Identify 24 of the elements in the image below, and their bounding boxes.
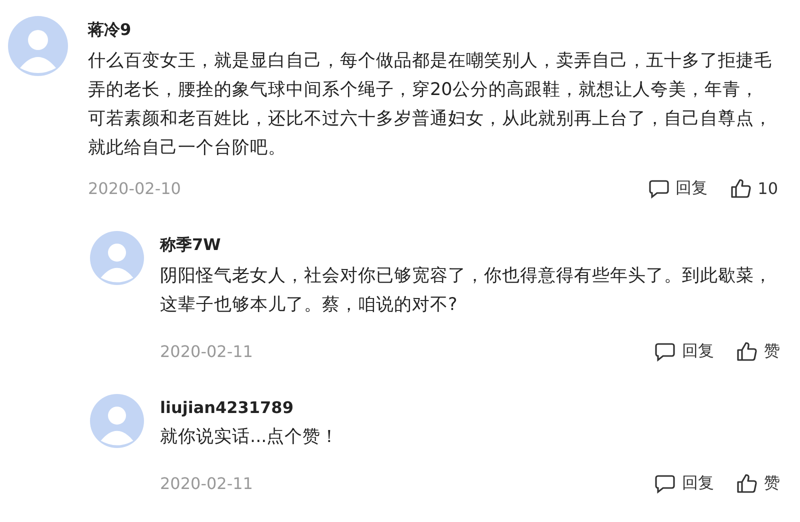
username: 蒋冷9 xyxy=(88,20,132,41)
comment-date: 2020-02-11 xyxy=(160,342,253,360)
reply-button[interactable]: 回复 xyxy=(654,340,714,362)
like-button[interactable]: 赞 xyxy=(736,472,780,494)
comment-text: 阴阳怪气老女人，社会对你已够宽容了，你也得意得有些年头了。到此歇菜，这辈子也够本儿了。蔡，咱说的对不? xyxy=(160,265,773,317)
avatar-icon xyxy=(90,394,144,448)
speech-bubble-icon xyxy=(648,177,670,199)
reply-button[interactable]: 回复 xyxy=(648,177,708,199)
avatar-icon xyxy=(90,231,144,285)
comment-date: 2020-02-10 xyxy=(88,178,181,198)
thumbs-up-icon xyxy=(736,472,758,494)
thumbs-up-icon xyxy=(736,340,758,362)
reply-button[interactable]: 回复 xyxy=(654,472,714,494)
speech-bubble-icon xyxy=(654,340,676,362)
speech-bubble-icon xyxy=(654,472,676,494)
avatar-icon xyxy=(8,16,68,76)
like-button[interactable]: 赞 xyxy=(736,340,780,362)
comment-date: 2020-02-11 xyxy=(160,474,253,492)
thumbs-up-icon xyxy=(730,177,752,199)
comment-text: 就你说实话...点个赞！ xyxy=(160,426,340,449)
username: 称季7W xyxy=(160,235,222,256)
comment-text: 什么百变女王，就是显白自己，每个做品都是在嘲笑别人，卖弄自己，五十多了拒捷毛弄的老长，腰拴的象气球中间系个绳子，穿20公分的高跟鞋，就想让人夸美，年青，可若素颜和老百姓比，还比不过六十多岁普通妇女，从此就别再上台了，自己自尊点，就此给自己一个台阶吧。 xyxy=(88,50,772,160)
username: liujian4231789 xyxy=(160,398,294,417)
like-button[interactable]: 10 xyxy=(730,177,778,199)
